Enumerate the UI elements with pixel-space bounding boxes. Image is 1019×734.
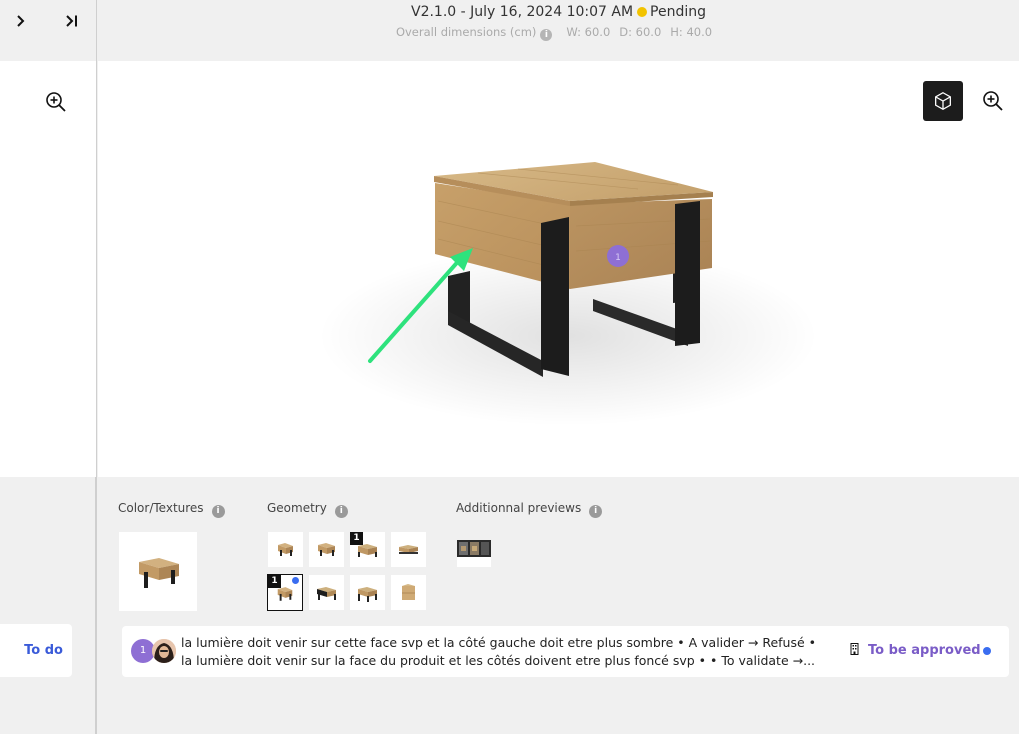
geometry-thumbnail[interactable] (391, 532, 426, 567)
additional-preview-thumbnail[interactable] (457, 540, 491, 567)
todo-label: To do (24, 643, 63, 658)
geometry-thumbnail[interactable] (309, 532, 344, 567)
additional-previews-heading: Additionnal previews i (456, 501, 603, 518)
info-icon[interactable]: i (540, 29, 553, 41)
chevron-right-icon[interactable] (12, 12, 30, 30)
status-text: Pending (650, 4, 706, 20)
geometry-thumbnail-selected[interactable]: 1 (267, 574, 303, 611)
geometry-thumbnail[interactable] (350, 575, 385, 610)
status-dot (637, 7, 648, 17)
front-leg (541, 217, 569, 376)
annotation-marker-number: 1 (615, 253, 621, 263)
dimension-height: H: 40.0 (670, 25, 713, 39)
dimension-width: W: 60.0 (566, 25, 611, 39)
front-leg (675, 201, 700, 346)
color-textures-heading: Color/Textures i (118, 501, 225, 518)
sidebar-preview-area (0, 61, 96, 477)
version-line: V2.1.0 - July 16, 2024 10:07 AM Pending (98, 4, 1019, 20)
approval-status-text: To be approved (868, 643, 981, 658)
comment-text: la lumière doit venir sur cette face svp… (181, 634, 829, 670)
dimension-depth: D: 60.0 (619, 25, 662, 39)
geometry-heading: Geometry i (267, 501, 348, 518)
comment-count-badge: 1 (268, 575, 281, 588)
comment-line-1: la lumière doit venir sur cette face svp… (181, 635, 817, 650)
cube-icon (935, 92, 951, 110)
geometry-thumbnail[interactable] (268, 532, 303, 567)
version-text: V2.1.0 - July 16, 2024 10:07 AM (411, 4, 634, 20)
sidebar-top (0, 0, 96, 61)
dimensions-label: Overall dimensions (cm) (395, 25, 537, 39)
comment-card[interactable]: 1 la lumière doit venir sur cette face s… (122, 626, 1009, 677)
todo-tab[interactable]: To do (0, 624, 72, 677)
3d-view-button[interactable] (923, 81, 963, 121)
dimensions-line: Overall dimensions (cm) i W: 60.0 D: 60.0 H:… (98, 25, 1019, 41)
product-render: 1 (318, 162, 818, 426)
geometry-thumbnail[interactable] (391, 575, 426, 610)
version-header: V2.1.0 - July 16, 2024 10:07 AM Pending O… (98, 0, 1019, 61)
geometry-thumbnail[interactable] (309, 575, 344, 610)
zoom-in-icon[interactable] (44, 90, 68, 114)
info-icon[interactable]: i (589, 505, 603, 518)
unread-dot (292, 577, 299, 584)
skip-to-end-icon[interactable] (63, 12, 81, 30)
avatar (152, 639, 176, 663)
comment-count-badge: 1 (350, 532, 363, 545)
info-icon[interactable]: i (334, 505, 348, 518)
left-sidebar: To do (0, 0, 97, 734)
comment-line-2: la lumière doit venir sur la face du pro… (181, 653, 816, 668)
building-icon (850, 643, 859, 655)
zoom-in-icon[interactable] (981, 89, 1005, 113)
info-icon[interactable]: i (211, 505, 225, 518)
product-viewer[interactable]: 1 (98, 61, 1019, 477)
approval-status: To be approved (850, 643, 981, 658)
geometry-thumbnail[interactable]: 1 (350, 532, 385, 567)
color-texture-thumbnail[interactable] (119, 532, 197, 611)
status-dot (983, 647, 991, 655)
